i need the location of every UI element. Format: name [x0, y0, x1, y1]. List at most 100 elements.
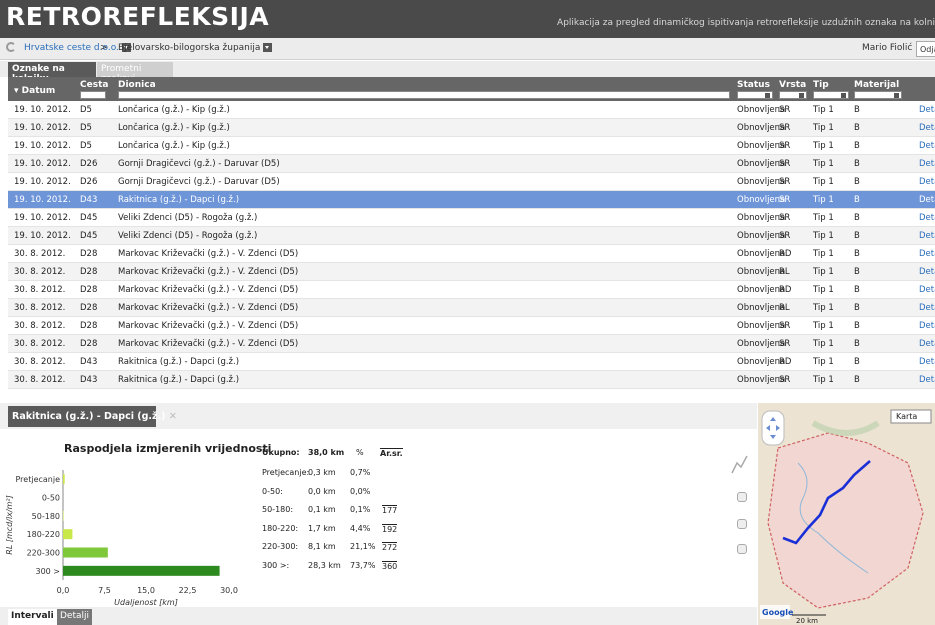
table-row[interactable]: 19. 10. 2012. D26 Gornji Dragičevci (g.ž.)… [8, 155, 935, 173]
column-header-dionica[interactable]: Dionica [118, 80, 156, 90]
cell-cesta: D5 [80, 123, 92, 133]
data-grid: ▾ Datum Cesta Dionica Status Vrsta Tip M… [8, 77, 935, 402]
cell-vrsta: RD [779, 285, 792, 295]
stats-km: 0,3 km [308, 468, 336, 477]
detail-panel-tab[interactable]: Rakitnica (g.ž.) - Dapci (g.ž.) ✕ [8, 406, 177, 427]
cell-materijal: B [854, 249, 860, 259]
table-row[interactable]: 19. 10. 2012. D5 Lončarica (g.ž.) - Kip (g… [8, 101, 935, 119]
column-header-tip[interactable]: Tip [813, 80, 829, 90]
close-icon[interactable]: ✕ [169, 411, 177, 422]
cell-materijal: B [854, 141, 860, 151]
table-row[interactable]: 30. 8. 2012. D28 Markovac Križevački (g.ž.… [8, 245, 935, 263]
table-row[interactable]: 19. 10. 2012. D45 Veliki Zdenci (D5) - Rog… [8, 227, 935, 245]
filter-cesta-input[interactable] [80, 91, 106, 99]
cell-dionica: Lončarica (g.ž.) - Kip (g.ž.) [118, 105, 230, 115]
filter-tip-select[interactable] [813, 91, 849, 99]
column-header-datum[interactable]: ▾ Datum [14, 86, 55, 96]
breadcrumb-county[interactable]: Bjelovarsko-bilogorska županija [118, 43, 273, 53]
detail-panel-title: Rakitnica (g.ž.) - Dapci (g.ž.) [12, 411, 166, 422]
filter-status-select[interactable] [737, 91, 773, 99]
detail-link[interactable]: Detal [919, 339, 935, 349]
table-row[interactable]: 19. 10. 2012. D43 Rakitnica (g.ž.) - Dapci… [8, 191, 935, 209]
refresh-icon[interactable] [6, 42, 16, 52]
table-row[interactable]: 30. 8. 2012. D28 Markovac Križevački (g.ž.… [8, 299, 935, 317]
column-header-materijal[interactable]: Materijal [854, 80, 899, 90]
tab-prometni-znakovi[interactable]: Prometni znakovi [97, 62, 173, 84]
breadcrumb-county-label: Bjelovarsko-bilogorska županija [118, 43, 261, 53]
detail-link[interactable]: Detal [919, 321, 935, 331]
cell-vrsta: RD [779, 357, 792, 367]
column-header-status[interactable]: Status [737, 80, 770, 90]
detail-link[interactable]: Detal [919, 105, 935, 115]
tab-oznake-na-kolniku[interactable]: Oznake na kolniku [8, 62, 96, 84]
stats-label: 50-180: [262, 505, 294, 514]
cell-dionica: Markovac Križevački (g.ž.) - V. Zdenci (… [118, 267, 299, 277]
detail-link[interactable]: Detal [919, 249, 935, 259]
logout-button[interactable]: Odja [916, 41, 935, 57]
route-map[interactable]: Karta Google 20 km [758, 403, 935, 625]
table-row[interactable]: 30. 8. 2012. D28 Markovac Križevački (g.ž.… [8, 335, 935, 353]
stats-pct: 0,7% [350, 468, 371, 477]
cell-datum: 19. 10. 2012. [14, 195, 71, 205]
cell-vrsta: SR [779, 321, 791, 331]
tab-intervali[interactable]: Intervali [8, 609, 57, 625]
detail-link[interactable]: Detal [919, 195, 935, 205]
table-row[interactable]: 19. 10. 2012. D5 Lončarica (g.ž.) - Kip (g… [8, 119, 935, 137]
table-row[interactable]: 30. 8. 2012. D43 Rakitnica (g.ž.) - Dapci … [8, 371, 935, 389]
cell-tip: Tip 1 [813, 357, 834, 367]
trend-chart-icon[interactable] [730, 453, 750, 477]
cell-dionica: Rakitnica (g.ž.) - Dapci (g.ž.) [118, 357, 240, 367]
detail-link[interactable]: Detal [919, 303, 935, 313]
filter-dionica-input[interactable] [118, 91, 730, 99]
zoom-icon[interactable] [737, 492, 747, 502]
column-header-vrsta[interactable]: Vrsta [779, 80, 806, 90]
table-row[interactable]: 30. 8. 2012. D28 Markovac Križevački (g.ž.… [8, 281, 935, 299]
table-row[interactable]: 30. 8. 2012. D43 Rakitnica (g.ž.) - Dapci … [8, 353, 935, 371]
table-row[interactable]: 30. 8. 2012. D28 Markovac Križevački (g.ž.… [8, 263, 935, 281]
detail-panel-titlebar: Rakitnica (g.ž.) - Dapci (g.ž.) ✕ [0, 403, 757, 429]
cell-dionica: Veliki Zdenci (D5) - Rogoža (g.ž.) [118, 213, 258, 223]
cell-cesta: D43 [80, 195, 98, 205]
table-row[interactable]: 19. 10. 2012. D26 Gornji Dragičevci (g.ž.)… [8, 173, 935, 191]
cell-datum: 30. 8. 2012. [14, 267, 66, 277]
column-header-cesta[interactable]: Cesta [80, 80, 108, 90]
table-row[interactable]: 19. 10. 2012. D45 Veliki Zdenci (D5) - Rog… [8, 209, 935, 227]
stats-avg: 192 [382, 523, 398, 534]
user-name: Mario Fiolić [862, 43, 913, 53]
detail-link[interactable]: Detal [919, 267, 935, 277]
detail-link[interactable]: Detal [919, 141, 935, 151]
chart-category-label: 180-220 [27, 530, 60, 539]
detail-link[interactable]: Detal [919, 123, 935, 133]
cell-dionica: Rakitnica (g.ž.) - Dapci (g.ž.) [118, 375, 240, 385]
detail-link[interactable]: Detal [919, 213, 935, 223]
detail-link[interactable]: Detal [919, 231, 935, 241]
breadcrumb-company[interactable]: Hrvatske ceste d.o.o. [24, 43, 131, 53]
cell-dionica: Markovac Križevački (g.ž.) - V. Zdenci (… [118, 321, 299, 331]
chart-category-label: 0-50 [42, 494, 60, 503]
cell-cesta: D45 [80, 213, 98, 223]
tab-detalji[interactable]: Detalji [57, 609, 93, 625]
zoom-icon[interactable] [737, 519, 747, 529]
filter-materijal-select[interactable] [854, 91, 902, 99]
cell-dionica: Markovac Križevački (g.ž.) - V. Zdenci (… [118, 249, 299, 259]
app-logo: RETROREFLEKSIJA [6, 2, 270, 31]
cell-vrsta: SR [779, 213, 791, 223]
detail-link[interactable]: Detal [919, 177, 935, 187]
cell-dionica: Markovac Križevački (g.ž.) - V. Zdenci (… [118, 339, 299, 349]
breadcrumb: Hrvatske ceste d.o.o. > Bjelovarsko-bilo… [0, 38, 935, 60]
detail-link[interactable]: Detal [919, 375, 935, 385]
map-type-button[interactable]: Karta [896, 412, 917, 421]
chevron-down-icon[interactable] [263, 43, 273, 52]
stats-pct: 73,7% [350, 560, 376, 570]
stats-km: 28,3 km [308, 560, 341, 570]
table-row[interactable]: 19. 10. 2012. D5 Lončarica (g.ž.) - Kip (g… [8, 137, 935, 155]
distribution-chart: Pretjecanje 0-50 50-180 180-220 220-300 300 >… [5, 470, 238, 607]
cell-tip: Tip 1 [813, 159, 834, 169]
table-row[interactable]: 30. 8. 2012. D28 Markovac Križevački (g.ž.… [8, 317, 935, 335]
detail-link[interactable]: Detal [919, 357, 935, 367]
zoom-icon[interactable] [737, 544, 747, 554]
detail-link[interactable]: Detal [919, 159, 935, 169]
detail-link[interactable]: Detal [919, 285, 935, 295]
filter-vrsta-select[interactable] [779, 91, 807, 99]
cell-datum: 30. 8. 2012. [14, 375, 66, 385]
